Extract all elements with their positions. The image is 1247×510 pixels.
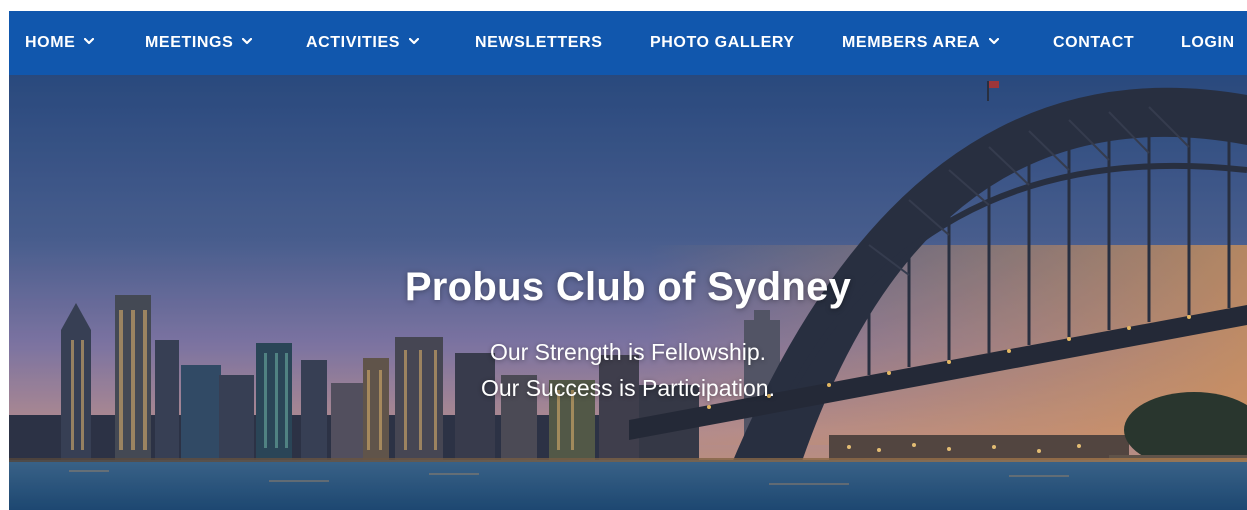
- chevron-down-icon: [408, 11, 420, 73]
- nav-item-label: ACTIVITIES: [306, 34, 401, 52]
- chevron-down-icon: [84, 11, 95, 73]
- nav-item-activities[interactable]: ACTIVITIES: [306, 11, 420, 75]
- hero-title: Probus Club of Sydney: [404, 265, 852, 309]
- nav-item-login[interactable]: LOGIN: [1181, 11, 1235, 75]
- nav-item-label: HOME: [25, 34, 76, 52]
- chevron-down-icon: [989, 11, 1000, 73]
- nav-item-meetings[interactable]: MEETINGS: [145, 11, 253, 75]
- hero-tagline-1: Our Strength is Fellowship.: [489, 339, 767, 365]
- nav-item-home[interactable]: HOME: [25, 11, 95, 75]
- nav-item-label: LOGIN: [1181, 34, 1235, 51]
- nav-item-members-area[interactable]: MEMBERS AREA: [842, 11, 1000, 75]
- nav-item-contact[interactable]: CONTACT: [1053, 11, 1134, 75]
- hero-banner: Probus Club of Sydney Our Strength is Fe…: [9, 75, 1247, 510]
- nav-item-label: NEWSLETTERS: [475, 34, 603, 51]
- nav-item-label: MEMBERS AREA: [842, 34, 981, 52]
- hero-tagline-2: Our Success is Participation.: [480, 375, 775, 401]
- main-navbar: HOME MEETINGS ACTIVITIES NEWSLETTERS PHO…: [9, 11, 1247, 75]
- page-frame: HOME MEETINGS ACTIVITIES NEWSLETTERS PHO…: [9, 11, 1247, 510]
- nav-item-label: PHOTO GALLERY: [650, 34, 795, 51]
- nav-item-label: MEETINGS: [145, 34, 234, 52]
- nav-item-newsletters[interactable]: NEWSLETTERS: [475, 11, 603, 75]
- nav-item-label: CONTACT: [1053, 34, 1135, 51]
- nav-item-photo-gallery[interactable]: PHOTO GALLERY: [650, 11, 795, 75]
- chevron-down-icon: [242, 11, 253, 73]
